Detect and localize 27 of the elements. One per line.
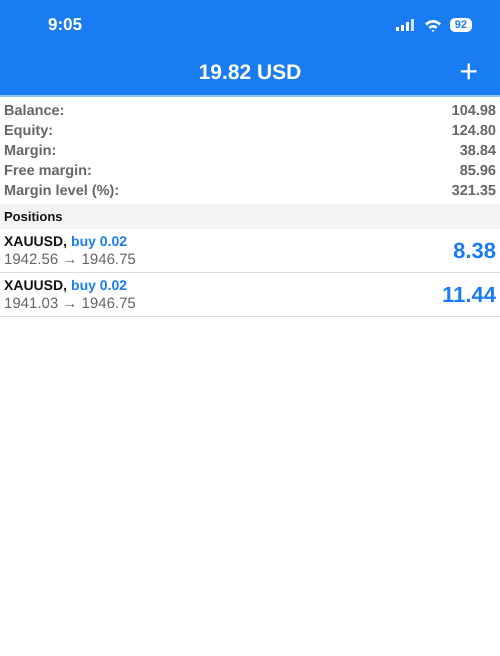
- position-row[interactable]: XAUUSD, buy 0.02 1942.56 → 1946.75 8.38: [0, 229, 500, 273]
- signal-icon: [396, 19, 416, 31]
- summary-label: Balance:: [4, 103, 64, 119]
- summary-label: Equity:: [4, 123, 54, 139]
- position-profit: 8.38: [453, 238, 496, 264]
- section-header: Positions: [0, 204, 500, 229]
- position-order: buy 0.02: [71, 277, 128, 293]
- status-time: 9:05: [48, 15, 82, 35]
- summary-label: Margin level (%):: [4, 183, 120, 199]
- summary-value: 38.84: [460, 143, 496, 159]
- balance-title: 19.82 USD: [198, 60, 302, 84]
- position-row[interactable]: XAUUSD, buy 0.02 1941.03 → 1946.75 11.44: [0, 273, 500, 317]
- summary-value: 124.80: [452, 123, 496, 139]
- summary-value: 104.98: [452, 103, 496, 119]
- position-symbol: XAUUSD,: [4, 277, 68, 293]
- position-symbol: XAUUSD,: [4, 233, 68, 249]
- position-order: buy 0.02: [71, 233, 128, 249]
- battery-level: 92: [450, 18, 472, 32]
- summary-value: 85.96: [460, 163, 496, 179]
- summary-value: 321.35: [452, 183, 496, 199]
- wifi-icon: [424, 18, 442, 32]
- position-profit: 11.44: [442, 282, 496, 308]
- summary-label: Margin:: [4, 143, 56, 159]
- position-prices: 1941.03 → 1946.75: [4, 295, 136, 312]
- position-prices: 1942.56 → 1946.75: [4, 251, 136, 268]
- summary-label: Free margin:: [4, 163, 92, 179]
- add-button[interactable]: +: [459, 54, 478, 88]
